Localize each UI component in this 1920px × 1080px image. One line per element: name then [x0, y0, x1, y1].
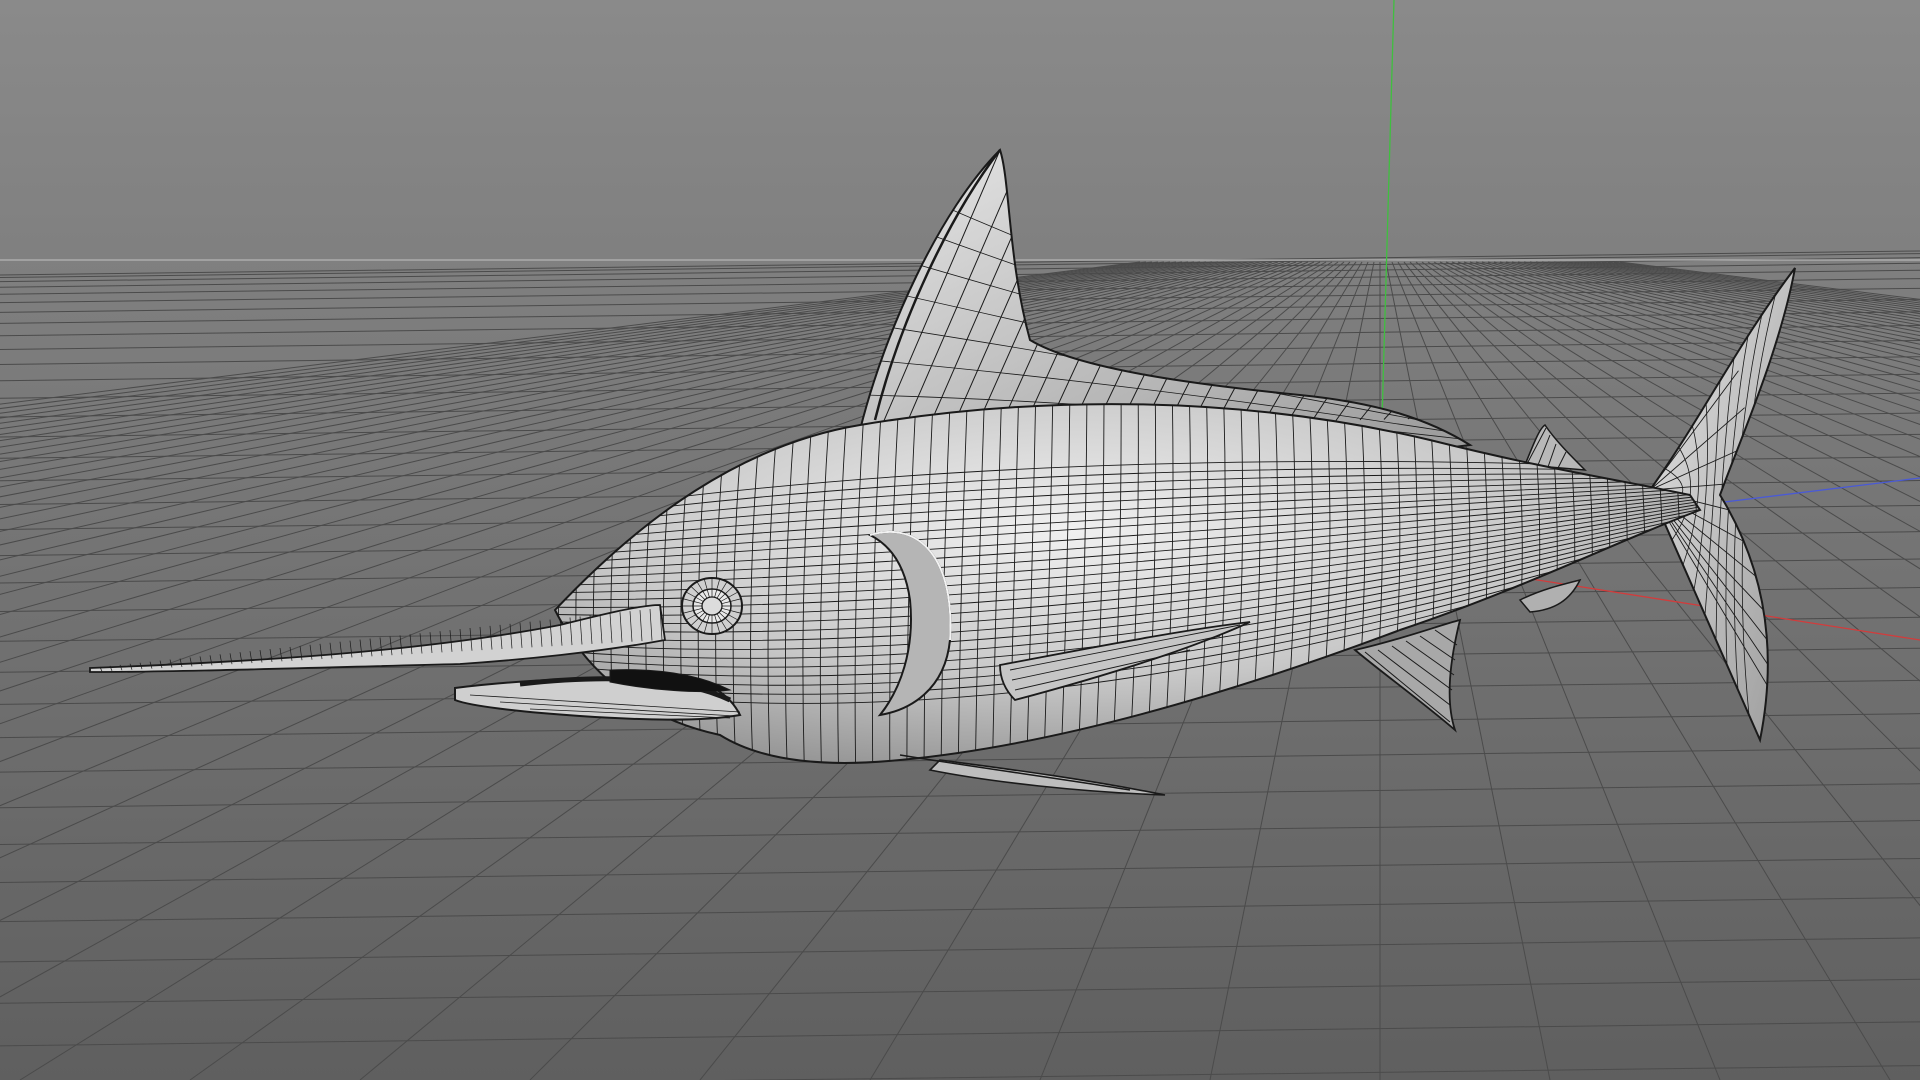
3d-viewport[interactable]	[0, 0, 1920, 1080]
viewport-canvas[interactable]	[0, 0, 1920, 1080]
eye	[681, 577, 743, 635]
